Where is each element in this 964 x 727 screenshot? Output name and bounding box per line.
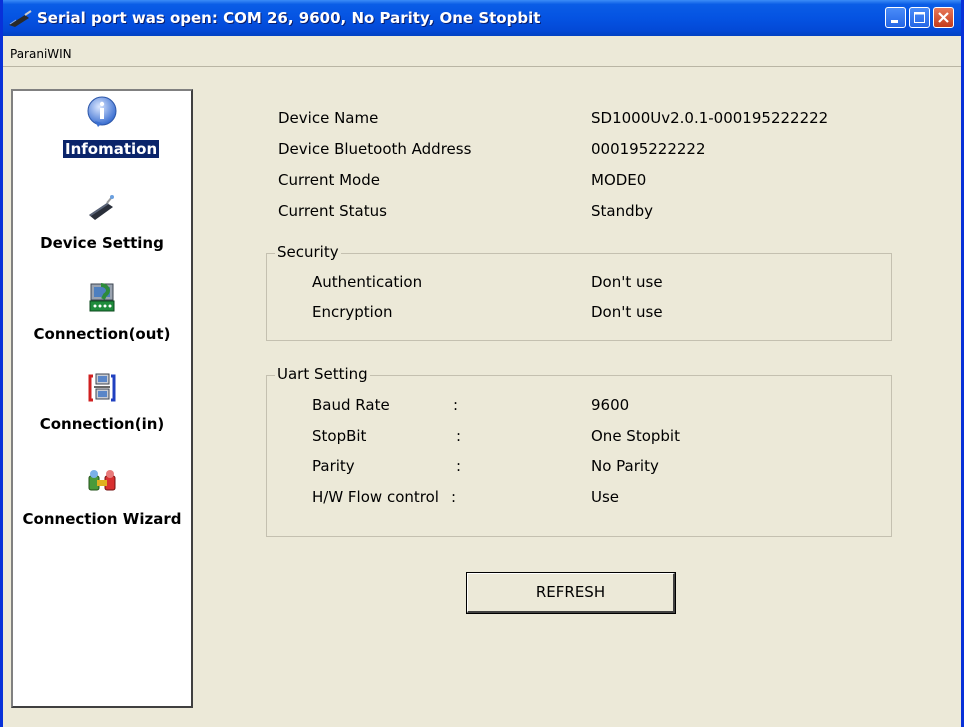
stopbit-separator: : [456,427,462,445]
uart-setting-group-title: Uart Setting [275,365,370,383]
main-window: Serial port was open: COM 26, 9600, No P… [0,0,964,727]
device-icon [89,195,114,220]
current-mode-label: Current Mode [278,171,380,189]
parity-value: No Parity [591,457,659,475]
security-group: Security [266,243,892,341]
device-name-value: SD1000Uv2.0.1-000195222222 [591,109,829,127]
parity-separator: : [456,457,462,475]
minimize-button[interactable] [885,7,906,28]
menu-bar: ParaniWIN [3,36,961,67]
minimize-icon [891,20,898,23]
baud-rate-separator: : [453,396,459,414]
flow-control-value: Use [591,488,620,506]
menu-paraniwin[interactable]: ParaniWIN [10,47,72,61]
close-button[interactable] [933,7,954,28]
wizard-icon [88,470,116,491]
authentication-value: Don't use [591,273,663,291]
bt-address-value: 000195222222 [591,140,706,158]
maximize-icon [914,12,925,23]
stopbit-label: StopBit [312,427,367,445]
current-mode-value: MODE0 [591,171,647,189]
flow-control-separator: : [451,488,457,506]
refresh-button[interactable]: REFRESH [467,573,675,613]
title-bar[interactable]: Serial port was open: COM 26, 9600, No P… [3,0,961,36]
connection-out-icon [89,283,115,312]
bt-address-label: Device Bluetooth Address [278,140,472,158]
information-icon [87,96,117,127]
security-group-title: Security [275,243,341,261]
encryption-label: Encryption [312,303,393,321]
serial-port-icon [9,10,32,27]
sidebar-item-connection-out[interactable]: Connection(out) [13,325,191,343]
sidebar-item-device-setting[interactable]: Device Setting [13,234,191,252]
parity-label: Parity [312,457,355,475]
device-name-label: Device Name [278,109,379,127]
flow-control-label: H/W Flow control [312,488,439,506]
sidebar-item-connection-in[interactable]: Connection(in) [13,415,191,433]
authentication-label: Authentication [312,273,423,291]
sidebar-item-information[interactable]: Infomation [63,140,160,158]
connection-in-icon [88,373,116,402]
current-status-value: Standby [591,202,654,220]
baud-rate-value: 9600 [591,396,630,414]
encryption-value: Don't use [591,303,663,321]
window-title: Serial port was open: COM 26, 9600, No P… [37,9,541,27]
maximize-button[interactable] [909,7,930,28]
current-status-label: Current Status [278,202,387,220]
stopbit-value: One Stopbit [591,427,680,445]
sidebar-item-connection-wizard[interactable]: Connection Wizard [13,510,191,528]
baud-rate-label: Baud Rate [312,396,390,414]
sidebar: Infomation Device Setting Connection(out… [11,89,193,708]
close-icon [938,12,949,23]
